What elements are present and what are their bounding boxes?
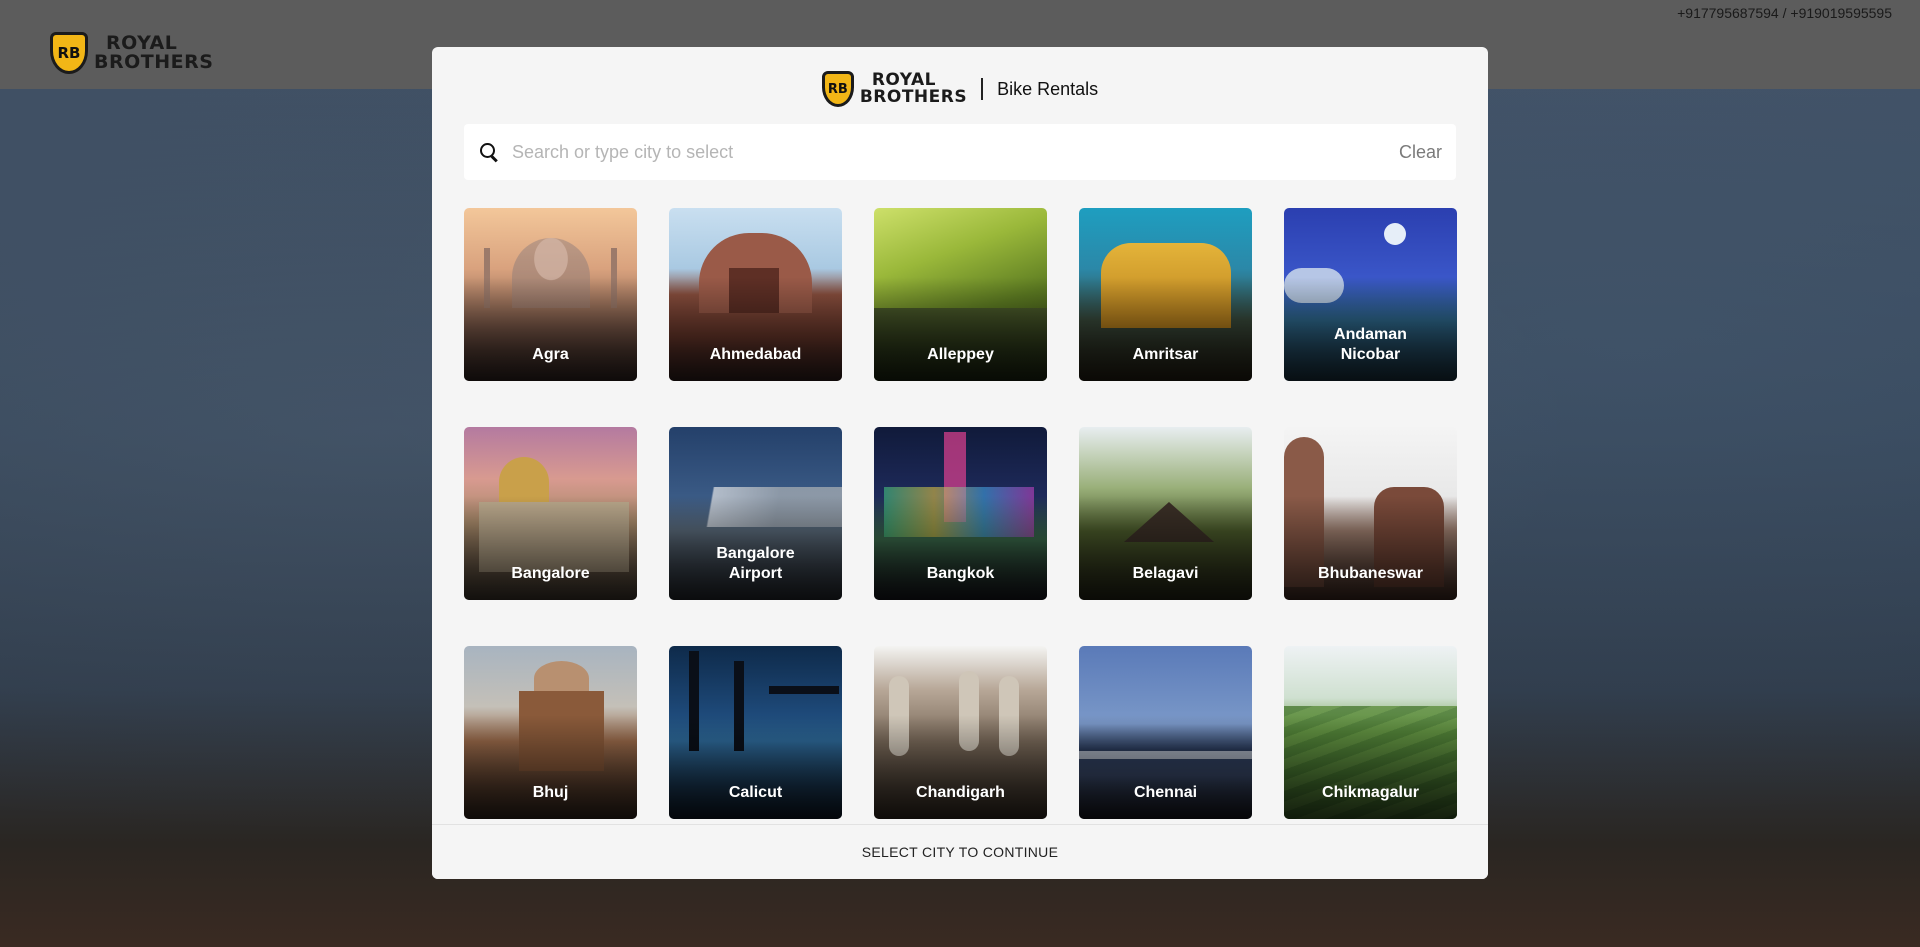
- modal-logo: RB ROYAL BROTHERS: [821, 71, 968, 107]
- city-search-input[interactable]: [512, 141, 1399, 163]
- logo-badge-icon: RB: [50, 32, 88, 74]
- city-name: Bangalore Airport: [716, 545, 795, 582]
- city-card-bhubaneswar[interactable]: Bhubaneswar: [1284, 427, 1457, 600]
- city-search-bar: Clear: [464, 124, 1456, 180]
- city-grid: Agra Ahmedabad Alleppey Amritsar Andaman…: [464, 208, 1457, 819]
- city-card-bangalore[interactable]: Bangalore: [464, 427, 637, 600]
- city-card-amritsar[interactable]: Amritsar: [1079, 208, 1252, 381]
- contact-phones: +917795687594 / +919019595595: [1677, 5, 1892, 21]
- city-card-alleppey[interactable]: Alleppey: [874, 208, 1047, 381]
- city-card-bhuj[interactable]: Bhuj: [464, 646, 637, 819]
- clear-button[interactable]: Clear: [1399, 142, 1442, 163]
- site-logo[interactable]: RB ROYAL BROTHERS: [50, 32, 213, 74]
- city-name: Calicut: [728, 784, 783, 801]
- modal-logo-line-2: BROTHERS: [859, 87, 968, 107]
- city-name: Amritsar: [1132, 346, 1199, 363]
- city-name: Andaman Nicobar: [1334, 326, 1407, 363]
- brand-divider: [981, 78, 984, 100]
- logo-line-2: BROTHERS: [94, 51, 214, 73]
- city-card-chandigarh[interactable]: Chandigarh: [874, 646, 1047, 819]
- city-name: Chandigarh: [916, 784, 1005, 801]
- city-name: Bhubaneswar: [1318, 565, 1423, 582]
- city-name: Ahmedabad: [709, 346, 802, 363]
- city-card-chikmagalur[interactable]: Chikmagalur: [1284, 646, 1457, 819]
- search-icon: [478, 141, 500, 163]
- brand-subtitle: Bike Rentals: [997, 78, 1099, 99]
- continue-footer[interactable]: SELECT CITY TO CONTINUE: [432, 824, 1488, 879]
- city-card-belagavi[interactable]: Belagavi: [1079, 427, 1252, 600]
- city-card-calicut[interactable]: Calicut: [669, 646, 842, 819]
- city-card-chennai[interactable]: Chennai: [1079, 646, 1252, 819]
- city-card-ahmedabad[interactable]: Ahmedabad: [669, 208, 842, 381]
- city-name: Bangkok: [926, 565, 995, 582]
- modal-header: RB ROYAL BROTHERS Bike Rentals: [432, 47, 1488, 123]
- city-name: Bhuj: [532, 784, 569, 801]
- city-name: Bangalore: [511, 565, 590, 582]
- city-card-agra[interactable]: Agra: [464, 208, 637, 381]
- city-card-andaman-nicobar[interactable]: Andaman Nicobar: [1284, 208, 1457, 381]
- city-name: Alleppey: [927, 346, 994, 363]
- city-select-modal: RB ROYAL BROTHERS Bike Rentals Clear Agr…: [432, 47, 1488, 879]
- city-card-bangkok[interactable]: Bangkok: [874, 427, 1047, 600]
- city-card-bangalore-airport[interactable]: Bangalore Airport: [669, 427, 842, 600]
- city-name: Chennai: [1133, 784, 1198, 801]
- modal-logo-badge-icon: RB: [821, 71, 854, 107]
- city-name: Agra: [532, 346, 569, 363]
- city-name: Belagavi: [1132, 565, 1199, 582]
- city-name: Chikmagalur: [1322, 784, 1419, 801]
